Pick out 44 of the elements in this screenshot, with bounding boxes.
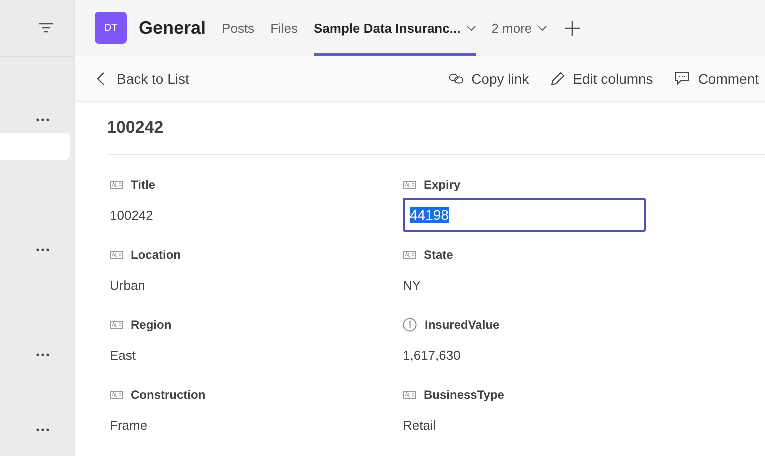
edit-button[interactable]: Edit columns xyxy=(545,66,660,90)
team-avatar: DT xyxy=(95,12,127,44)
tab[interactable]: 2 more xyxy=(492,0,548,56)
text-field-icon xyxy=(110,181,123,189)
more-icon[interactable] xyxy=(36,352,50,356)
filter-icon[interactable] xyxy=(39,23,53,33)
record-title: 100242 xyxy=(107,102,765,155)
field-label: BusinessType xyxy=(424,388,504,402)
input-field[interactable]: 44198 xyxy=(403,198,646,232)
chevron-left-icon xyxy=(97,72,105,86)
field-label: Construction xyxy=(131,388,206,402)
more-icon[interactable] xyxy=(36,428,50,432)
field-value: Retail xyxy=(403,418,436,432)
back-button[interactable]: Back to List xyxy=(91,66,196,90)
field-value: Urban xyxy=(110,278,146,292)
comment-button[interactable]: Comment xyxy=(669,66,765,90)
channel-name: General xyxy=(139,18,206,38)
text-field-icon xyxy=(110,391,123,399)
field-value: NY xyxy=(403,278,422,292)
text-field-icon xyxy=(403,391,416,399)
link-icon xyxy=(448,74,464,84)
tab[interactable]: Files xyxy=(270,0,298,56)
field-value: East xyxy=(110,348,136,362)
number-field-icon xyxy=(403,318,417,332)
field-label: Region xyxy=(131,318,172,332)
field-label: Location xyxy=(131,248,181,262)
tab[interactable]: Posts xyxy=(222,0,255,56)
field-label: Expiry xyxy=(424,178,461,192)
text-field-icon xyxy=(403,251,416,259)
text-field-icon xyxy=(403,181,416,189)
pencil-icon xyxy=(551,72,566,86)
text-field-icon xyxy=(110,251,123,259)
field-value: 1,617,630 xyxy=(403,348,461,362)
more-icon[interactable] xyxy=(36,248,50,252)
more-icon[interactable] xyxy=(36,118,50,122)
text-field-icon xyxy=(110,321,123,329)
comment-icon xyxy=(675,72,690,85)
field-label: InsuredValue xyxy=(425,318,500,332)
add-icon[interactable] xyxy=(565,20,580,36)
link-button[interactable]: Copy link xyxy=(442,66,536,90)
field-value: Frame xyxy=(110,418,148,432)
field-label: Title xyxy=(131,178,156,192)
field-value: 100242 xyxy=(110,208,154,222)
field-label: State xyxy=(424,248,454,262)
